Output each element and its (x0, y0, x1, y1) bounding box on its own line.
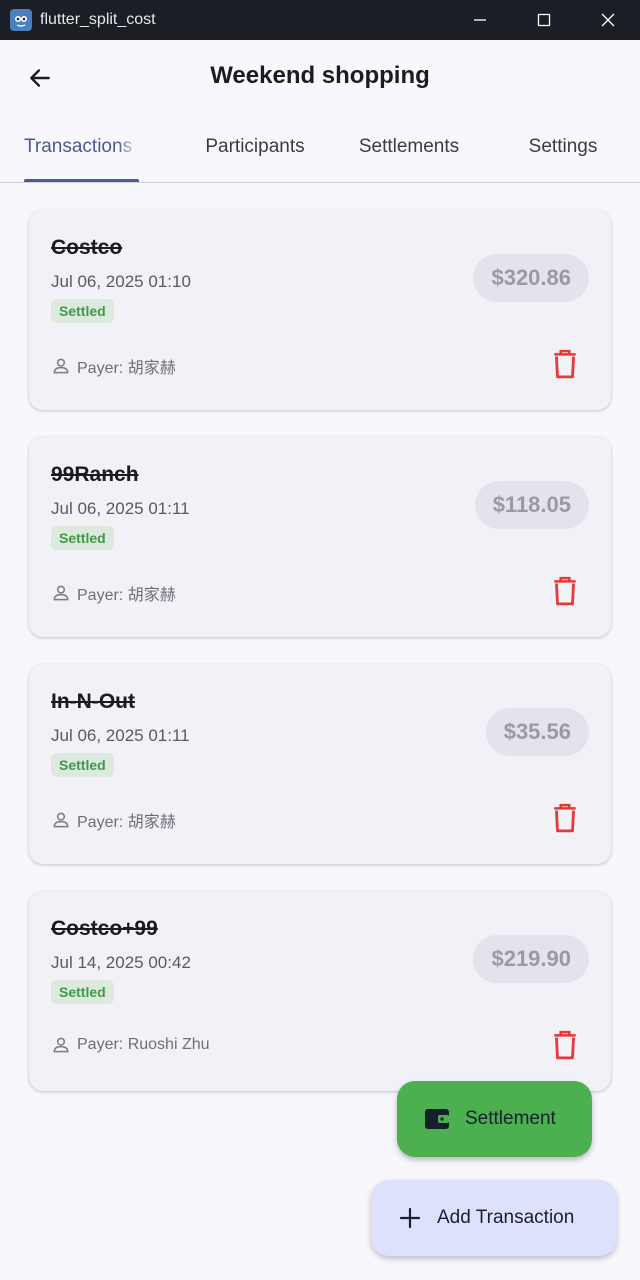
minimize-icon (474, 19, 486, 21)
status-badge: Settled (51, 299, 114, 323)
payer-label: Payer: 胡家赫 (77, 587, 176, 604)
transaction-amount: $35.56 (485, 708, 589, 756)
minimize-button[interactable] (448, 0, 512, 40)
transaction-card[interactable]: In-N-Out Jul 06, 2025 01:11 Settled $35.… (29, 664, 611, 864)
delete-button[interactable] (549, 573, 581, 609)
wallet-icon (425, 1109, 449, 1129)
transaction-date: Jul 06, 2025 01:11 (51, 726, 190, 745)
trash-icon (554, 1030, 576, 1060)
maximize-button[interactable] (512, 0, 576, 40)
plus-icon (399, 1207, 421, 1229)
transaction-name: 99Ranch (51, 463, 139, 486)
status-badge: Settled (51, 753, 114, 777)
tab-label: Participants (205, 136, 305, 157)
transaction-amount: $320.86 (473, 254, 589, 302)
payer-info: Payer: 胡家赫 (51, 808, 176, 832)
status-badge: Settled (51, 526, 114, 550)
transaction-list: Costco Jul 06, 2025 01:10 Settled $320.8… (29, 210, 611, 1118)
payer-info: Payer: 胡家赫 (51, 581, 176, 605)
settlement-button[interactable]: Settlement (397, 1081, 592, 1157)
tab-bar: Transactions Participants Settlements Se… (0, 116, 640, 183)
maximize-icon (537, 13, 551, 27)
tab-label: Settlements (358, 136, 460, 157)
page-title: Weekend shopping (210, 62, 430, 89)
person-icon (53, 358, 69, 374)
transaction-name: Costco (51, 236, 123, 259)
person-icon (53, 812, 69, 828)
tab-label: Transactions (24, 136, 133, 157)
close-button[interactable] (576, 0, 640, 40)
window-title: flutter_split_cost (40, 11, 156, 28)
transaction-date: Jul 06, 2025 01:10 (51, 272, 191, 291)
transaction-amount: $219.90 (473, 935, 589, 983)
payer-label: Payer: 胡家赫 (77, 360, 176, 377)
transaction-card[interactable]: 99Ranch Jul 06, 2025 01:11 Settled $118.… (29, 437, 611, 637)
payer-info: Payer: Ruoshi Zhu (51, 1035, 210, 1055)
transaction-date: Jul 14, 2025 00:42 (51, 953, 191, 972)
transaction-card[interactable]: Costco+99 Jul 14, 2025 00:42 Settled $21… (29, 891, 611, 1091)
tab-participants[interactable]: Participants (178, 116, 332, 182)
trash-icon (554, 349, 576, 379)
payer-label: Payer: Ruoshi Zhu (77, 1036, 210, 1053)
tab-transactions[interactable]: Transactions (0, 116, 178, 182)
settlement-label: Settlement (465, 1108, 556, 1129)
transaction-date: Jul 06, 2025 01:11 (51, 499, 190, 518)
transaction-card[interactable]: Costco Jul 06, 2025 01:10 Settled $320.8… (29, 210, 611, 410)
trash-icon (554, 576, 576, 606)
payer-label: Payer: 胡家赫 (77, 814, 176, 831)
close-icon (601, 13, 615, 27)
add-transaction-label: Add Transaction (437, 1207, 575, 1228)
add-transaction-button[interactable]: Add Transaction (371, 1180, 617, 1256)
window-titlebar: flutter_split_cost (0, 0, 640, 40)
person-icon (53, 1037, 69, 1053)
tab-label: Settings (528, 136, 598, 157)
app-logo-icon (10, 9, 32, 31)
delete-button[interactable] (549, 800, 581, 836)
trash-icon (554, 803, 576, 833)
payer-info: Payer: 胡家赫 (51, 354, 176, 378)
transaction-name: In-N-Out (51, 690, 135, 713)
transaction-amount: $118.05 (474, 481, 589, 529)
transaction-name: Costco+99 (51, 917, 158, 940)
status-badge: Settled (51, 980, 114, 1004)
tab-settlements[interactable]: Settlements (332, 116, 486, 182)
delete-button[interactable] (549, 1027, 581, 1063)
app-bar: Weekend shopping (0, 40, 640, 116)
person-icon (53, 585, 69, 601)
delete-button[interactable] (549, 346, 581, 382)
tab-settings[interactable]: Settings (486, 116, 640, 182)
